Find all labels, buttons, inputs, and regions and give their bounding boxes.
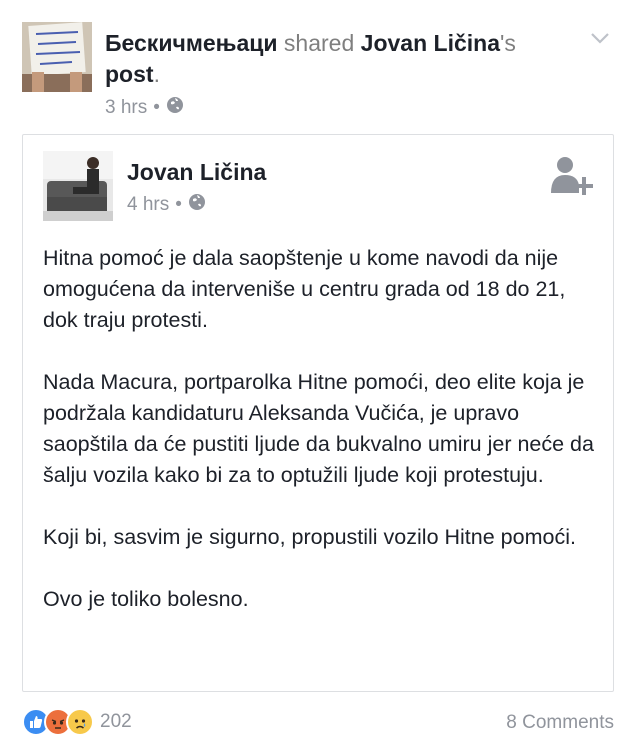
shared-post-meta: 4 hrs • — [127, 193, 206, 217]
post-paragraph: Koji bi, sasvim je sigurno, propustili v… — [43, 525, 576, 549]
shared-post-card[interactable]: Jovan Ličina 4 hrs • Hitna pomoć je dala… — [22, 134, 614, 692]
shared-timestamp[interactable]: 4 hrs — [127, 194, 169, 216]
original-author-link[interactable]: Jovan Ličina — [361, 30, 500, 56]
page-avatar[interactable] — [22, 22, 92, 92]
reaction-count[interactable]: 202 — [100, 711, 132, 733]
add-friend-icon[interactable] — [549, 155, 593, 199]
meta-separator: • — [153, 97, 160, 118]
reactions-summary[interactable]: 202 — [22, 708, 132, 736]
possessive-suffix: 's — [499, 30, 516, 56]
meta-separator: • — [175, 194, 182, 215]
post-paragraph: Ovo je toliko bolesno. — [43, 587, 249, 611]
outer-timestamp[interactable]: 3 hrs — [105, 97, 147, 119]
outer-post-header: Бескичмењаци shared Jovan Ličina's post.… — [22, 22, 612, 122]
post-paragraph: Nada Macura, portparolka Hitne pomoći, d… — [43, 370, 594, 487]
author-name-link[interactable]: Jovan Ličina — [127, 159, 266, 186]
share-headline: Бескичмењаци shared Jovan Ličina's post. — [105, 28, 575, 90]
post-paragraph: Hitna pomoć je dala saopštenje u kome na… — [43, 246, 566, 332]
page-name-link[interactable]: Бескичмењаци — [105, 30, 278, 56]
post-link[interactable]: post — [105, 61, 154, 87]
post-body: Hitna pomoć je dala saopštenje u kome na… — [43, 243, 603, 646]
chevron-down-icon[interactable] — [588, 26, 612, 50]
headline-period: . — [153, 61, 160, 87]
post-footer: 202 8 Comments — [22, 706, 614, 742]
comments-count-link[interactable]: 8 Comments — [506, 712, 614, 734]
share-verb: shared — [277, 30, 361, 56]
globe-icon — [166, 96, 184, 120]
author-avatar[interactable] — [43, 151, 113, 221]
outer-post-meta: 3 hrs • — [105, 96, 184, 120]
sad-reaction-icon — [66, 708, 94, 736]
globe-icon — [188, 193, 206, 217]
